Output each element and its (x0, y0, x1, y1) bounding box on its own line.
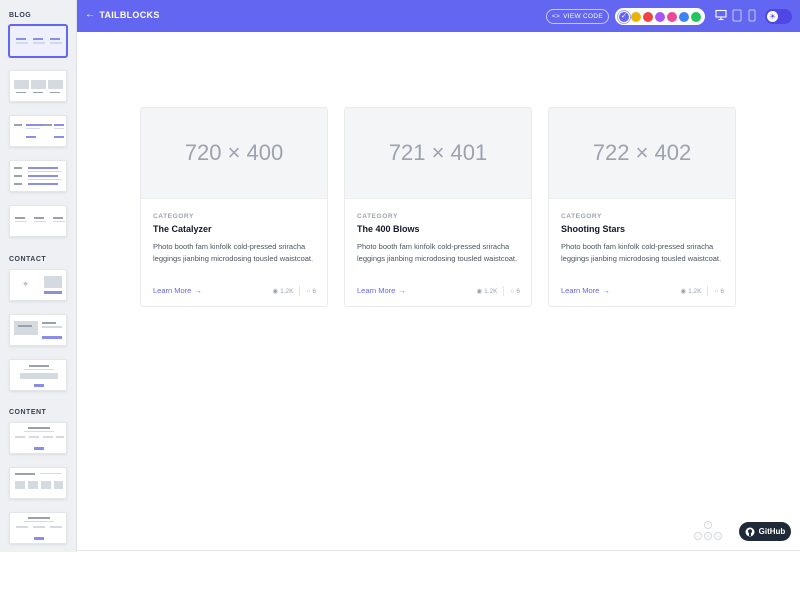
color-swatch[interactable] (655, 11, 665, 22)
learn-more-link[interactable]: Learn More → (561, 286, 610, 295)
blog-card: 722 × 402 CATEGORY Shooting Stars Photo … (548, 107, 736, 307)
card-image-placeholder: 722 × 402 (549, 108, 735, 199)
card-stats: ◉ 1.2K ○ 6 (476, 286, 520, 296)
learn-more-link[interactable]: Learn More → (357, 286, 406, 295)
card-stats: ◉ 1.2K ○ 6 (680, 286, 724, 296)
phone-icon[interactable] (748, 9, 756, 22)
card-title: The 400 Blows (357, 224, 420, 234)
thumbnail-content-1[interactable] (9, 422, 67, 454)
card-description: Photo booth fam kinfolk cold-pressed sri… (357, 242, 518, 264)
thumbnail-blog-1[interactable] (9, 25, 67, 57)
card-image-placeholder: 720 × 400 (141, 108, 327, 199)
arrow-right-key-icon: → (714, 532, 722, 540)
map-pin-icon: ⌖ (23, 279, 29, 289)
view-code-button[interactable]: <> VIEW CODE (546, 9, 609, 24)
thumbnail-blog-3[interactable] (9, 115, 67, 147)
card-category: CATEGORY (357, 213, 398, 220)
github-icon (745, 527, 755, 536)
github-label: GitHub (758, 527, 786, 536)
card-stats: ◉ 1.2K ○ 6 (272, 286, 316, 296)
arrow-right-icon: → (398, 286, 406, 295)
arrow-right-icon: → (194, 286, 202, 295)
learn-more-label: Learn More (357, 286, 396, 295)
comment-count: 6 (516, 287, 520, 295)
thumbnail-blog-4[interactable] (9, 160, 67, 192)
section-label-contact: CONTACT (9, 256, 47, 263)
color-swatch[interactable]: ✓ (619, 11, 629, 22)
comment-count: 6 (312, 287, 316, 295)
thumbnail-contact-2[interactable] (9, 314, 67, 346)
card-description: Photo booth fam kinfolk cold-pressed sri… (561, 242, 722, 264)
view-count: 1.2K (688, 287, 702, 295)
thumbnail-content-2[interactable] (9, 467, 67, 499)
view-count: 1.2K (484, 287, 498, 295)
color-swatch[interactable] (679, 11, 689, 22)
keyboard-arrows-hint: ↑ ← ↓ → (693, 521, 725, 543)
learn-more-label: Learn More (153, 286, 192, 295)
learn-more-link[interactable]: Learn More → (153, 286, 202, 295)
comment-icon: ○ (714, 287, 719, 295)
thumbnail-blog-2[interactable] (9, 70, 67, 102)
eye-icon: ◉ (476, 288, 483, 295)
blog-card: 721 × 401 CATEGORY The 400 Blows Photo b… (344, 107, 532, 307)
dark-mode-toggle[interactable]: ☀ (765, 9, 792, 24)
check-icon: ✓ (621, 12, 627, 20)
sidebar: BLOG CONTACT ⌖ CONTENT (0, 0, 77, 552)
top-bar: ← TAILBLOCKS <> VIEW CODE ✓ ☀ (77, 0, 800, 32)
divider (77, 550, 800, 551)
view-count: 1.2K (280, 287, 294, 295)
card-title: The Catalyzer (153, 224, 212, 234)
comment-count: 6 (720, 287, 724, 295)
card-image-placeholder: 721 × 401 (345, 108, 531, 199)
card-category: CATEGORY (561, 213, 602, 220)
blog-card: 720 × 400 CATEGORY The Catalyzer Photo b… (140, 107, 328, 307)
tablet-icon[interactable] (732, 9, 742, 22)
back-link[interactable]: ← TAILBLOCKS (85, 9, 160, 20)
section-label-content: CONTENT (9, 409, 47, 416)
eye-icon: ◉ (272, 288, 279, 295)
arrow-down-key-icon: ↓ (704, 532, 712, 540)
color-swatch[interactable] (667, 11, 677, 22)
arrow-left-icon: ← (85, 9, 96, 20)
sun-icon: ☀ (767, 11, 778, 22)
arrow-right-icon: → (602, 286, 610, 295)
code-icon: <> (551, 13, 561, 20)
comment-icon: ○ (510, 287, 515, 295)
arrow-up-key-icon: ↑ (704, 521, 712, 529)
view-code-label: VIEW CODE (563, 13, 604, 20)
desktop-icon[interactable] (715, 9, 727, 21)
section-label-blog: BLOG (9, 12, 32, 19)
thumbnail-contact-3[interactable] (9, 359, 67, 391)
color-palette: ✓ (615, 8, 705, 25)
learn-more-label: Learn More (561, 286, 600, 295)
github-button[interactable]: GitHub (739, 522, 791, 541)
eye-icon: ◉ (680, 288, 687, 295)
card-title: Shooting Stars (561, 224, 626, 234)
back-label: TAILBLOCKS (99, 9, 160, 20)
color-swatch[interactable] (691, 11, 701, 22)
thumbnail-blog-5[interactable] (9, 205, 67, 237)
thumbnail-contact-1[interactable]: ⌖ (9, 269, 67, 301)
card-description: Photo booth fam kinfolk cold-pressed sri… (153, 242, 314, 264)
card-category: CATEGORY (153, 213, 194, 220)
comment-icon: ○ (306, 287, 311, 295)
color-swatch[interactable] (631, 11, 641, 22)
color-swatch[interactable] (643, 11, 653, 22)
arrow-left-key-icon: ← (694, 532, 702, 540)
thumbnail-content-3[interactable] (9, 512, 67, 544)
